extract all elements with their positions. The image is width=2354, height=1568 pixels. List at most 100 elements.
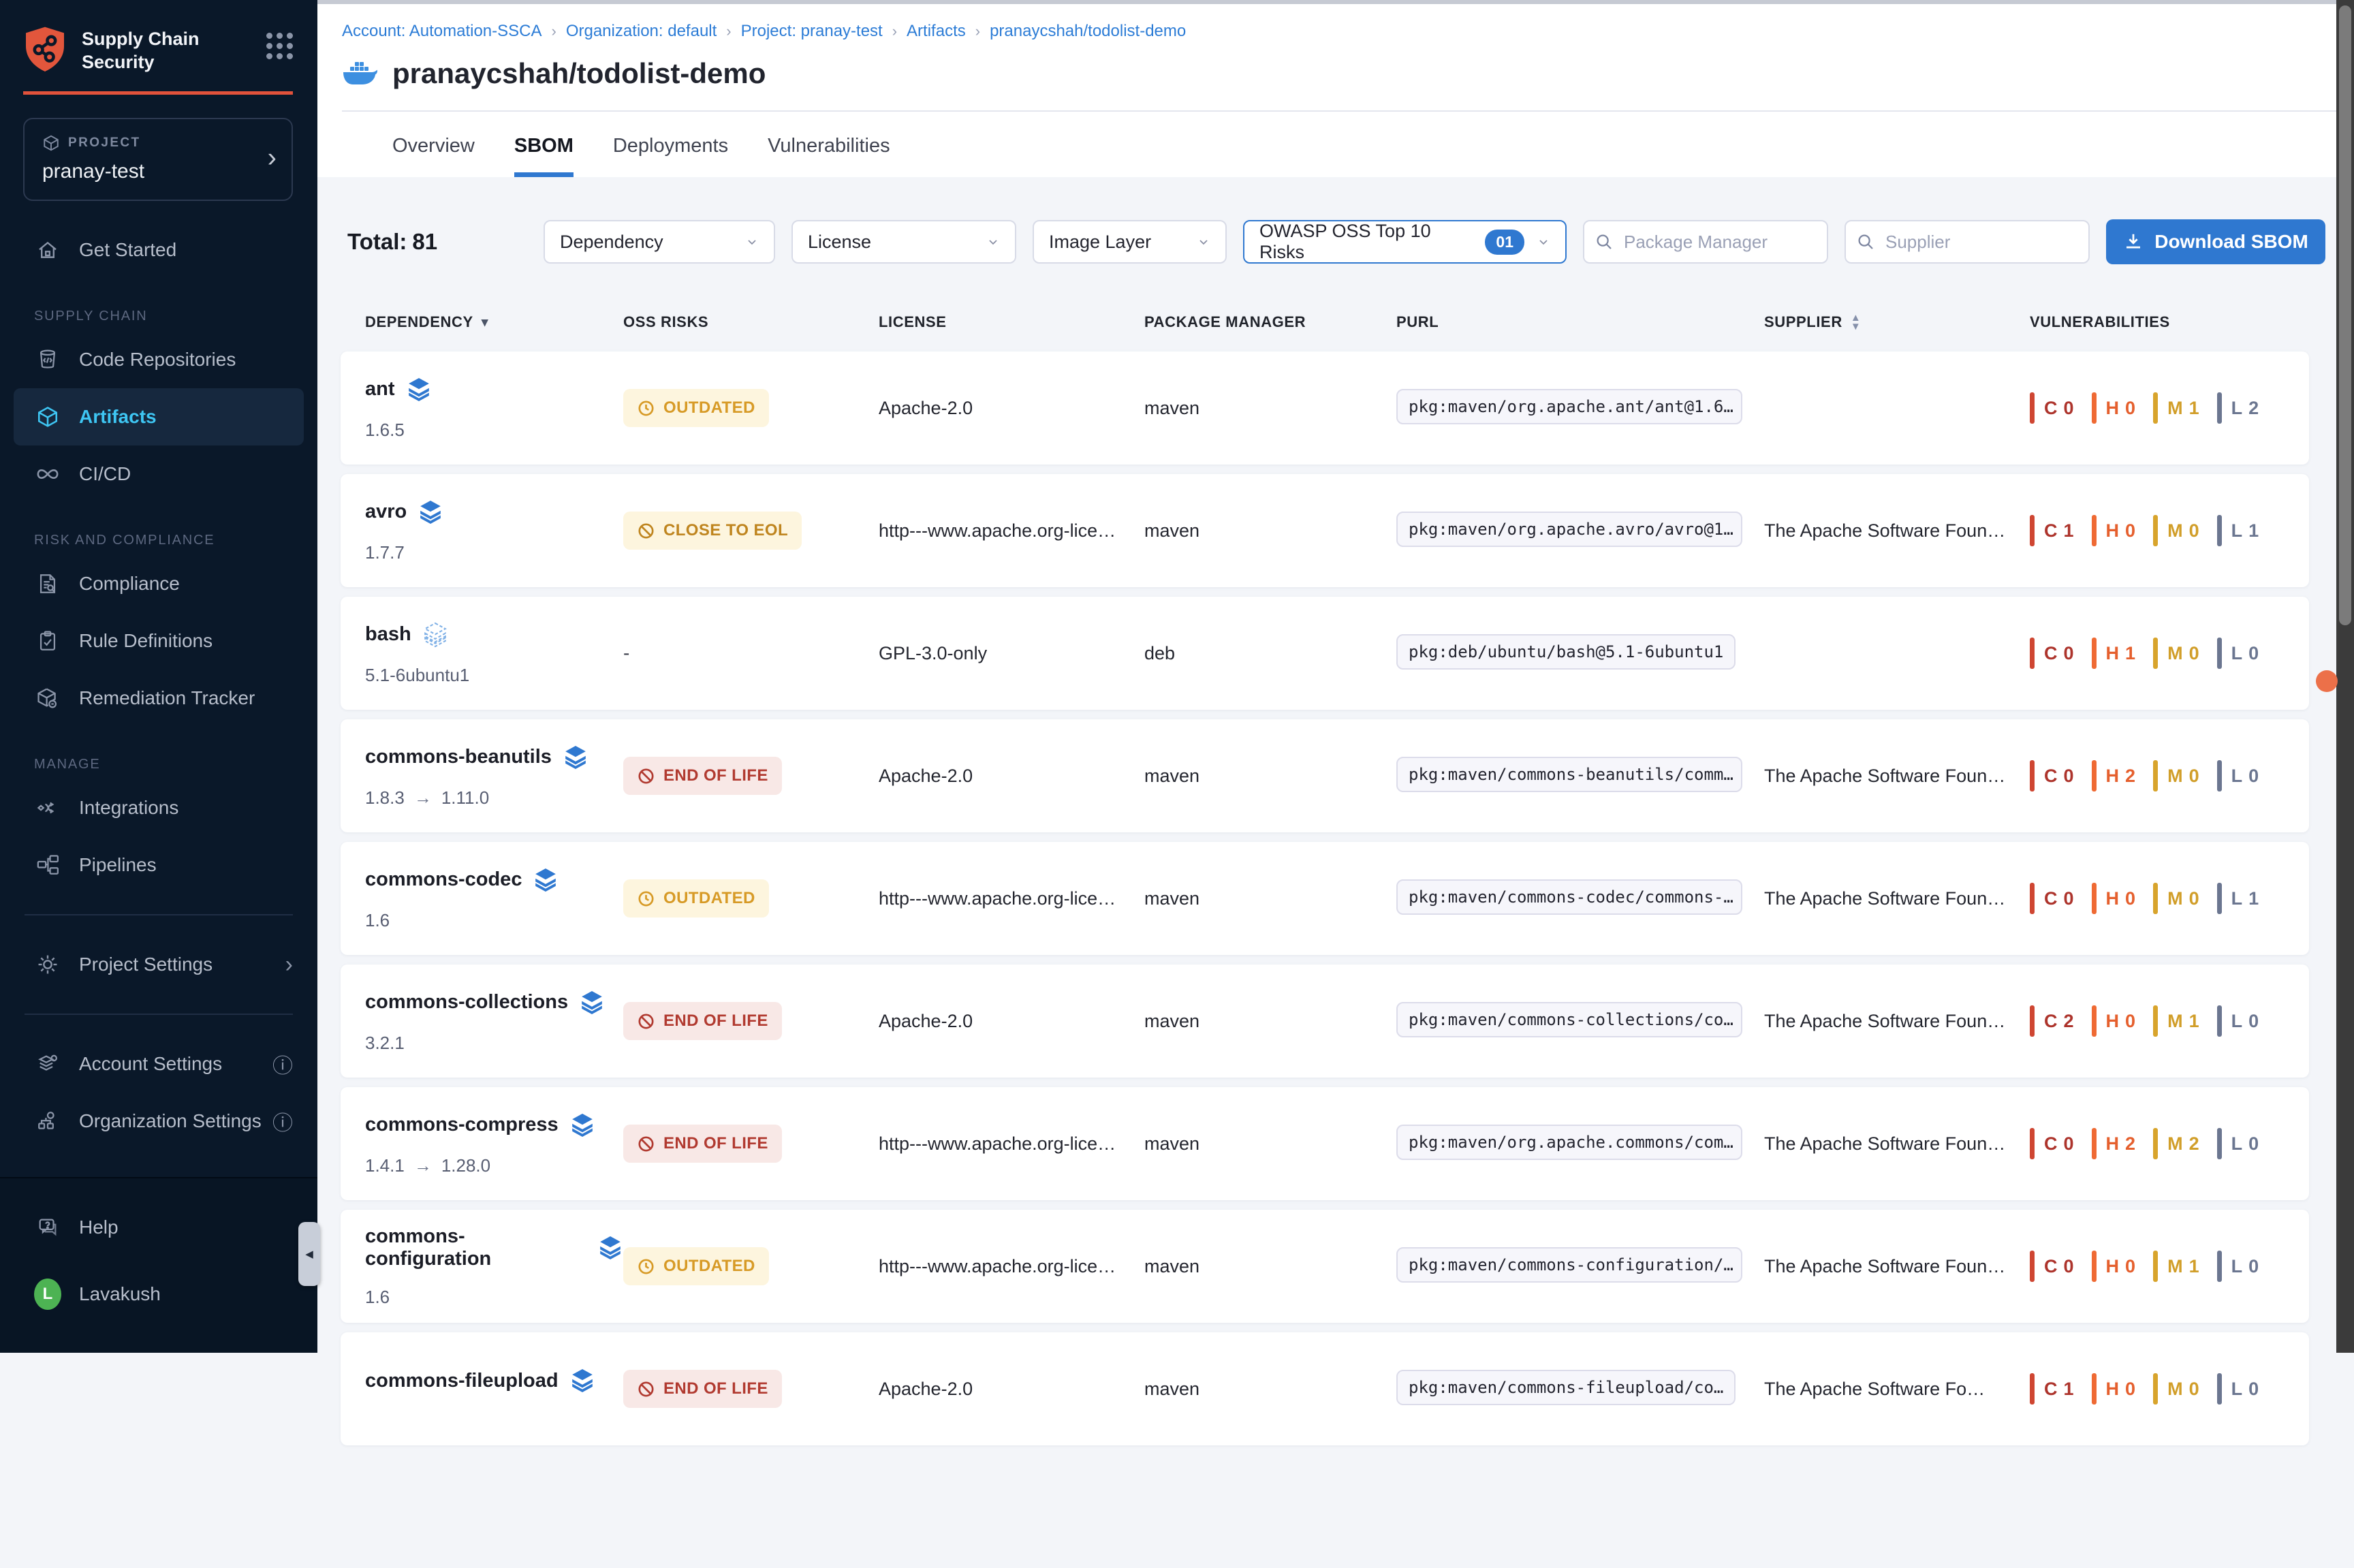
breadcrumb-artifacts[interactable]: Artifacts xyxy=(907,22,966,41)
integrations-icon xyxy=(34,796,61,819)
sidebar-item-project-settings[interactable]: Project Settings › xyxy=(0,936,317,993)
sidebar-item-remediation-tracker[interactable]: Remediation Tracker xyxy=(0,670,317,727)
table-row[interactable]: commons-configuration 1.6 → xyxy=(341,1210,2309,1323)
vulnerability-count-c: C1 xyxy=(2030,515,2074,546)
oss-risk-badge: OUTDATED xyxy=(623,389,769,427)
sidebar-item-pipelines[interactable]: Pipelines xyxy=(0,836,317,894)
license-cell: http---www.apache.org-lice… xyxy=(879,1256,1144,1277)
sidebar-item-get-started[interactable]: Get Started xyxy=(0,221,317,279)
breadcrumb-project[interactable]: Project: pranay-test xyxy=(741,22,883,41)
breadcrumb-account[interactable]: Account: Automation-SSCA xyxy=(342,22,542,41)
oss-risk-badge: END OF LIFE xyxy=(623,1002,782,1040)
tab-vulnerabilities[interactable]: Vulnerabilities xyxy=(768,135,890,177)
license-cell: http---www.apache.org-lice… xyxy=(879,1133,1144,1155)
severity-bar xyxy=(2217,515,2222,546)
severity-count: 0 xyxy=(2064,398,2074,419)
oss-risk-badge: CLOSE TO EOL xyxy=(623,512,802,550)
purl-value[interactable]: pkg:maven/commons-codec/commons-… xyxy=(1396,879,1742,915)
docker-icon xyxy=(342,59,379,88)
vulnerability-count-h: H0 xyxy=(2092,883,2136,914)
info-icon[interactable]: ⓘ xyxy=(272,1106,293,1136)
severity-count: 0 xyxy=(2064,1256,2074,1277)
image-layer-filter-dropdown[interactable]: Image Layer xyxy=(1033,220,1227,264)
purl-value[interactable]: pkg:maven/commons-fileupload/co… xyxy=(1396,1370,1736,1405)
purl-value[interactable]: pkg:deb/ubuntu/bash@5.1-6ubuntu1 xyxy=(1396,634,1736,670)
oss-risk-cell: OUTDATED - xyxy=(623,1247,879,1285)
sidebar-item-artifacts[interactable]: Artifacts xyxy=(14,388,304,445)
owasp-risks-filter-dropdown[interactable]: OWASP OSS Top 10 Risks 01 xyxy=(1243,220,1567,264)
supplier-cell: The Apache Software Fo… xyxy=(1764,1379,2030,1400)
sidebar-item-rule-definitions[interactable]: Rule Definitions xyxy=(0,612,317,670)
notification-beacon-dot[interactable] xyxy=(2316,670,2338,692)
sidebar-item-code-repositories[interactable]: Code Repositories xyxy=(0,331,317,388)
chevron-down-icon xyxy=(1184,235,1210,249)
column-supplier[interactable]: SUPPLIER ▲▼ xyxy=(1764,313,2030,331)
oss-risk-label: CLOSE TO EOL xyxy=(663,521,788,540)
purl-value[interactable]: pkg:maven/commons-beanutils/comm… xyxy=(1396,757,1742,792)
module-grid-icon[interactable] xyxy=(266,33,293,59)
dependency-version-row: 1.7.7 → xyxy=(365,542,623,563)
purl-value[interactable]: pkg:maven/commons-collections/co… xyxy=(1396,1002,1742,1037)
vulnerability-count-h: H2 xyxy=(2092,760,2136,791)
table-row[interactable]: commons-compress 1.4.1 → xyxy=(341,1087,2309,1200)
table-row[interactable]: commons-beanutils 1.8.3 → xyxy=(341,719,2309,832)
purl-value[interactable]: pkg:maven/commons-configuration/… xyxy=(1396,1247,1742,1283)
sbom-content: Total:81 Dependency License Image Layer xyxy=(317,219,2354,1568)
sidebar-item-compliance[interactable]: Compliance xyxy=(0,555,317,612)
column-dependency[interactable]: DEPENDENCY▾ xyxy=(365,313,623,331)
license-cell: Apache-2.0 xyxy=(879,1379,1144,1400)
sidebar-item-help[interactable]: Help xyxy=(0,1199,317,1256)
severity-bar xyxy=(2217,392,2222,424)
table-row[interactable]: commons-collections 3.2.1 → xyxy=(341,965,2309,1078)
oss-risk-cell: CLOSE TO EOL - xyxy=(623,512,879,550)
layers-icon xyxy=(406,376,432,403)
sidebar-item-organization-settings[interactable]: Organization Settings ⓘ xyxy=(0,1093,317,1150)
severity-bar xyxy=(2153,392,2158,424)
package-manager-cell: maven xyxy=(1144,888,1396,909)
supplier-cell: The Apache Software Foun… xyxy=(1764,1256,2030,1277)
breadcrumb-organization[interactable]: Organization: default xyxy=(566,22,717,41)
purl-value[interactable]: pkg:maven/org.apache.commons/com… xyxy=(1396,1125,1742,1160)
sidebar-item-cicd[interactable]: CI/CD xyxy=(0,445,317,503)
severity-count: 0 xyxy=(2125,398,2135,419)
sidebar-item-integrations[interactable]: Integrations xyxy=(0,779,317,836)
table-row[interactable]: bash 5.1-6ubuntu1 → xyxy=(341,597,2309,710)
info-icon[interactable]: ⓘ xyxy=(272,1049,293,1079)
breadcrumb-artifact-name[interactable]: pranaycshah/todolist-demo xyxy=(990,22,1186,41)
clipboard-check-icon xyxy=(34,629,61,653)
oss-risk-label: END OF LIFE xyxy=(663,1012,768,1031)
tab-sbom[interactable]: SBOM xyxy=(514,135,574,177)
supplier-search-input[interactable] xyxy=(1845,220,2090,264)
table-row[interactable]: avro 1.7.7 → xyxy=(341,474,2309,587)
sidebar-item-label: Organization Settings xyxy=(79,1110,262,1132)
table-row[interactable]: commons-fileupload → xyxy=(341,1332,2309,1445)
vertical-scrollbar[interactable] xyxy=(2336,0,2354,1353)
scrollbar-thumb[interactable] xyxy=(2339,5,2351,625)
purl-value[interactable]: pkg:maven/org.apache.ant/ant@1.6… xyxy=(1396,389,1742,424)
download-sbom-button[interactable]: Download SBOM xyxy=(2106,219,2325,264)
vulnerabilities-cell: C0H1M0L0 xyxy=(2030,638,2285,669)
sidebar-collapse-handle[interactable]: ◀ xyxy=(298,1222,320,1286)
tab-deployments[interactable]: Deployments xyxy=(613,135,728,177)
page-header: Account: Automation-SSCA› Organization: … xyxy=(317,4,2354,177)
severity-letter: L xyxy=(2231,398,2243,419)
severity-count: 1 xyxy=(2189,1011,2199,1032)
vulnerability-count-l: L0 xyxy=(2217,1128,2259,1159)
dependency-filter-dropdown[interactable]: Dependency xyxy=(544,220,775,264)
severity-count: 0 xyxy=(2125,1011,2135,1032)
purl-value[interactable]: pkg:maven/org.apache.avro/avro@1… xyxy=(1396,512,1742,547)
tab-overview[interactable]: Overview xyxy=(392,135,475,177)
table-row[interactable]: commons-codec 1.6 → xyxy=(341,842,2309,955)
license-filter-dropdown[interactable]: License xyxy=(791,220,1016,264)
table-row[interactable]: ant 1.6.5 → xyxy=(341,351,2309,465)
toolbar: Total:81 Dependency License Image Layer xyxy=(347,219,2354,264)
severity-bar xyxy=(2153,760,2158,791)
sidebar-item-account-settings[interactable]: Account Settings ⓘ xyxy=(0,1035,317,1093)
vulnerability-count-m: M2 xyxy=(2153,1128,2199,1159)
package-manager-cell: maven xyxy=(1144,1133,1396,1155)
package-manager-search-input[interactable] xyxy=(1583,220,1828,264)
dependency-version: 1.7.7 xyxy=(365,542,405,563)
dependency-version: 3.2.1 xyxy=(365,1033,405,1054)
user-menu[interactable]: L Lavakush xyxy=(0,1266,317,1323)
project-selector[interactable]: PROJECT pranay-test › xyxy=(23,118,293,201)
